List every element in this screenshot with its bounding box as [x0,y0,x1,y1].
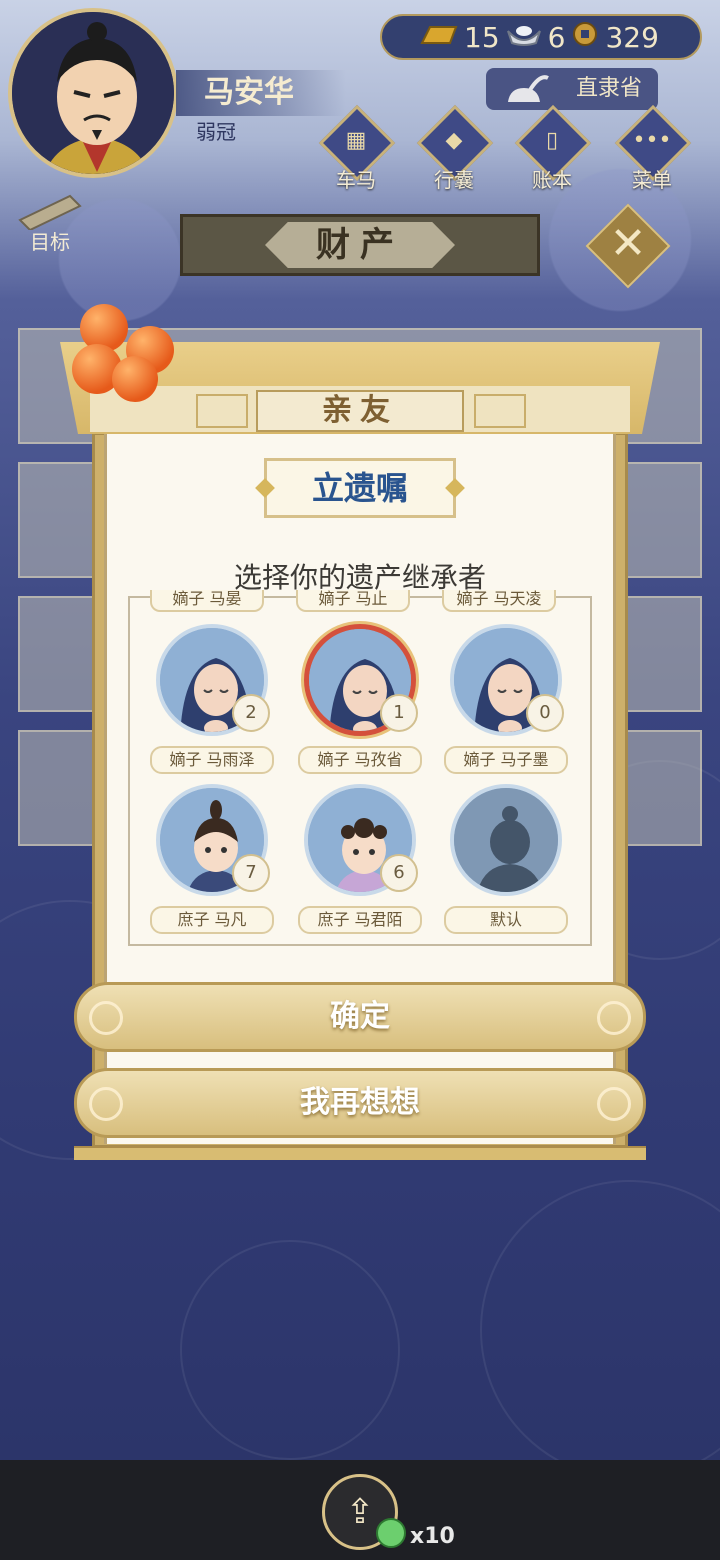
heir-option[interactable]: 0 嫡子 马子墨 [434,624,574,784]
goal-label: 目标 [30,230,70,254]
more-icon: ••• [632,128,672,153]
heir-count-badge: 0 [526,694,564,732]
menu-carriage-label: 车马 [336,168,376,192]
goal-button[interactable]: 目标 [12,190,86,254]
silhouette-icon [450,784,562,896]
gold-bar-icon [418,21,458,54]
heir-name-label: 庶子 马凡 [150,906,274,934]
menu-more-label: 菜单 [632,168,672,192]
gold-amount: 15 [464,20,500,54]
section-title-banner: 财产 [180,214,540,276]
player-avatar[interactable] [8,8,178,178]
heir-count-badge: 6 [380,854,418,892]
player-age-title: 弱冠 [196,120,236,144]
silver-amount: 6 [547,20,566,54]
heir-name-label: 嫡子 马雨泽 [150,746,274,774]
copper-coin-icon [571,20,599,55]
heir-option-selected[interactable]: 1 嫡子 马孜省 [288,624,428,784]
reconsider-label: 我再想想 [300,1085,420,1120]
heir-name-label: 嫡子 马孜省 [298,746,422,774]
dialog-base [74,1146,646,1160]
menu-bag-label: 行囊 [434,168,474,192]
heir-label-scrolled: 嫡子 马止 [296,590,410,612]
cloud-ornament-icon [89,1001,123,1035]
close-icon[interactable]: ✕ [598,214,658,274]
confirm-label: 确定 [330,999,390,1034]
player-name: 马安华 [176,70,346,116]
heir-count-badge: 7 [232,854,270,892]
silver-ingot-icon [506,21,542,54]
confirm-button[interactable]: 确定 [74,982,646,1052]
heir-name-label: 庶子 马君陌 [298,906,422,934]
menu-ledger-button[interactable]: ▯ 账本 [512,104,592,192]
share-icon: ⇪ [345,1492,375,1532]
region-button[interactable]: 直隶省 [486,68,658,110]
heir-label-scrolled: 嫡子 马晏 [150,590,264,612]
region-label: 直隶省 [575,76,642,101]
ledger-icon: ▯ [545,128,559,153]
coin-amount: 329 [605,20,659,54]
heir-count-badge: 1 [380,694,418,732]
menu-carriage-button[interactable]: ▦ 车马 [316,104,396,192]
heir-option[interactable]: 2 嫡子 马雨泽 [140,624,280,784]
menu-ledger-label: 账本 [532,168,572,192]
share-reward-count: x10 [410,1524,455,1549]
jade-token-icon [376,1518,406,1548]
heir-option[interactable]: 7 庶子 马凡 [140,784,280,944]
heir-name-label: 嫡子 马子墨 [444,746,568,774]
heir-label-scrolled: 嫡子 马天凌 [442,590,556,612]
persimmon-ornament-icon [56,300,186,430]
heir-count-badge: 2 [232,694,270,732]
cloud-ornament-icon [597,1001,631,1035]
tab-relatives[interactable]: 亲友 [256,390,464,432]
section-title: 财产 [265,222,455,268]
will-title: 立遗嘱 [264,458,456,518]
menu-bag-button[interactable]: ◆ 行囊 [414,104,494,192]
cloud-ornament-icon [89,1087,123,1121]
heir-option-default[interactable]: 默认 [434,784,574,944]
carriage-icon: ▦ [345,128,367,153]
header-ornament [196,394,248,428]
reconsider-button[interactable]: 我再想想 [74,1068,646,1138]
cloud-ornament-icon [597,1087,631,1121]
header-ornament [474,394,526,428]
heir-name-label: 默认 [444,906,568,934]
bag-icon: ◆ [445,128,463,153]
currency-bar: 15 6 329 [380,14,702,60]
heir-option[interactable]: 6 庶子 马君陌 [288,784,428,944]
menu-more-button[interactable]: ••• 菜单 [612,104,692,192]
